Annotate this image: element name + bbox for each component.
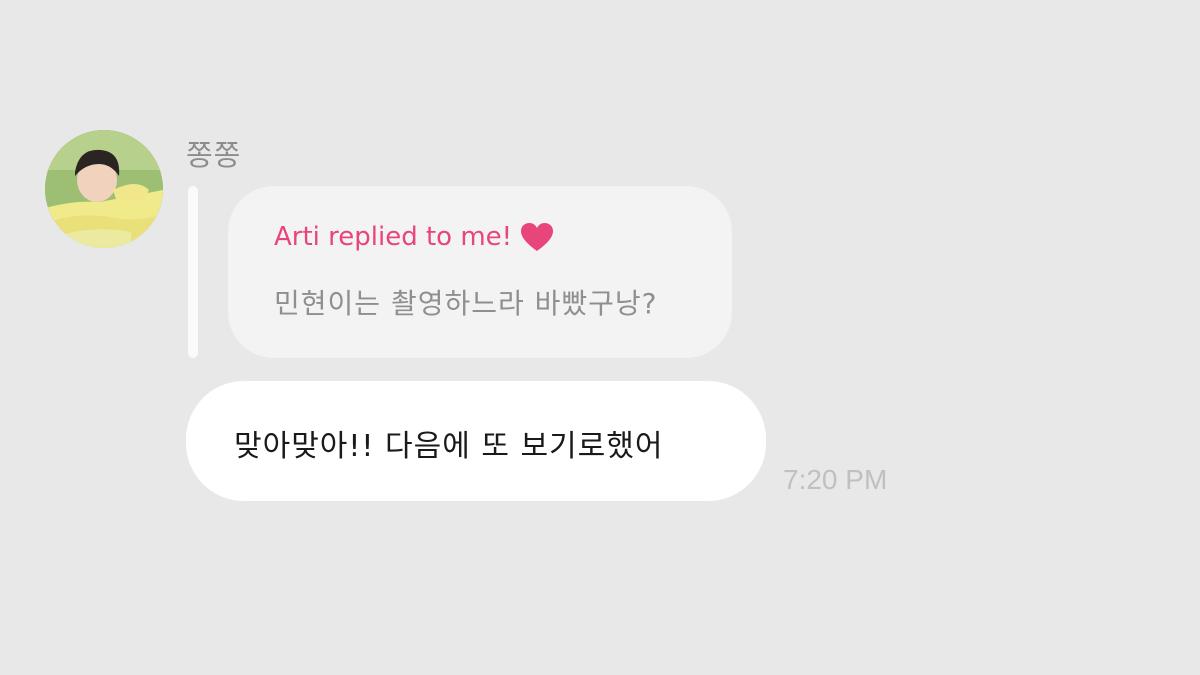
reply-header: Arti replied to me! bbox=[274, 222, 554, 252]
reply-preview-bubble[interactable]: Arti replied to me! 민현이는 촬영하느라 바빴구낭? bbox=[228, 186, 732, 358]
sender-name: 쫑쫑 bbox=[186, 138, 242, 172]
heart-icon bbox=[520, 222, 554, 252]
reply-indicator-bar bbox=[188, 186, 198, 358]
message-bubble[interactable]: 맞아맞아!! 다음에 또 보기로했어 bbox=[186, 381, 766, 501]
message-timestamp: 7:20 PM bbox=[783, 464, 888, 495]
message-text: 맞아맞아!! 다음에 또 보기로했어 bbox=[234, 429, 664, 464]
avatar-photo bbox=[45, 130, 163, 248]
reply-quoted-text: 민현이는 촬영하느라 바빴구낭? bbox=[274, 287, 658, 320]
reply-header-text: Arti replied to me! bbox=[274, 222, 513, 252]
avatar[interactable] bbox=[45, 130, 163, 248]
